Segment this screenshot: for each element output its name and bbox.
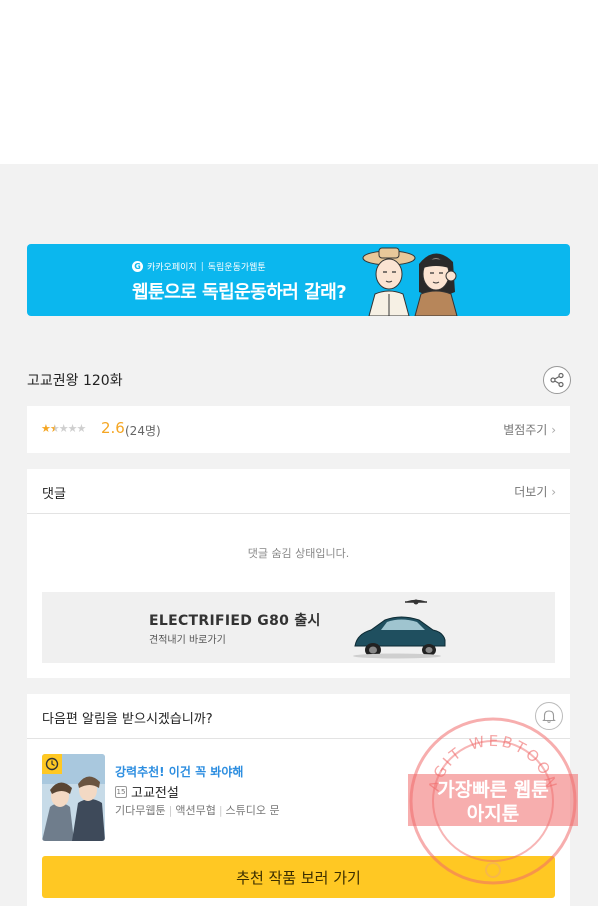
recommend-tag[interactable]: 강력추천! 이건 꼭 봐야해 — [115, 763, 243, 780]
ad-banner[interactable]: ELECTRIFIED G80 출시 견적내기 바로가기 — [42, 592, 555, 663]
episode-title: 고교권왕 120화 — [27, 373, 123, 389]
share-icon — [550, 372, 564, 388]
star-half-icon: ★ — [49, 422, 60, 435]
recommend-title: 고교전설 — [131, 786, 179, 801]
recommend-cta-button[interactable]: 추천 작품 보러 가기 — [42, 856, 555, 898]
kakao-page-logo-icon: G — [132, 261, 143, 272]
star-empty-icon: ★ — [67, 422, 78, 435]
comments-more-button[interactable]: 더보기 › — [514, 483, 556, 500]
star-empty-icon: ★ — [76, 422, 87, 435]
rate-button[interactable]: 별점주기 › — [503, 421, 556, 438]
rating-card: ★★★★★ 2.6 (24명) 별점주기 › — [27, 406, 570, 453]
comments-card: 댓글 더보기 › 댓글 숨김 상태입니다. ELECTRIFIED G80 출시… — [27, 469, 570, 678]
car-image — [353, 599, 446, 659]
rate-button-label: 별점주기 — [503, 423, 548, 437]
ad-subline: 견적내기 바로가기 — [149, 635, 226, 646]
divider — [27, 738, 570, 739]
banner-sub-tag: 독립운동가웹툰 — [207, 263, 266, 273]
banner-sub-line: G 카카오페이지 | 독립운동가웹툰 — [132, 260, 266, 273]
recommend-meta: 기다무웹툰 | 액션무협 | 스튜디오 문 — [115, 804, 280, 817]
rating-stars: ★★★★★ — [41, 422, 87, 435]
recommend-studio: 스튜디오 문 — [225, 804, 280, 817]
recommend-genre-1: 기다무웹툰 — [115, 804, 166, 817]
comments-more-label: 더보기 — [514, 485, 548, 499]
comments-hidden-message: 댓글 숨김 상태입니다. — [247, 547, 350, 560]
banner-headline: 웹툰으로 독립운동하러 갈래? — [132, 282, 347, 303]
notify-question: 다음편 알림을 받으시겠습니까? — [42, 712, 213, 727]
notify-card: 다음편 알림을 받으시겠습니까? 강력추천! 이건 꼭 봐야해 15 고교전설 … — [27, 694, 570, 906]
top-blank-area — [0, 0, 598, 164]
chevron-right-icon: › — [551, 485, 556, 499]
star-full-icon: ★ — [41, 422, 51, 435]
chevron-right-icon: › — [551, 423, 556, 437]
banner-characters-illustration — [362, 247, 458, 316]
recommend-genre-2: 액션무협 — [175, 804, 216, 817]
ad-headline: ELECTRIFIED G80 출시 — [149, 613, 321, 629]
promo-banner[interactable]: G 카카오페이지 | 독립운동가웹툰 웹툰으로 독립운동하러 갈래? — [27, 244, 570, 316]
star-empty-icon: ★ — [58, 422, 69, 435]
age-rating-badge: 15 — [115, 785, 127, 798]
rating-count: (24명) — [125, 424, 161, 438]
share-button[interactable] — [543, 366, 571, 394]
notify-bell-button[interactable] — [535, 702, 563, 730]
recommend-title-row[interactable]: 15 고교전설 — [115, 782, 179, 801]
recommend-cta-label: 추천 작품 보러 가기 — [236, 868, 361, 887]
banner-brand: 카카오페이지 — [147, 263, 197, 273]
rating-score: 2.6 — [101, 419, 125, 437]
bell-icon — [542, 710, 556, 723]
comments-header: 댓글 더보기 › — [27, 469, 570, 514]
comments-title: 댓글 — [42, 487, 66, 502]
recommended-webtoon-thumbnail[interactable] — [42, 754, 105, 841]
